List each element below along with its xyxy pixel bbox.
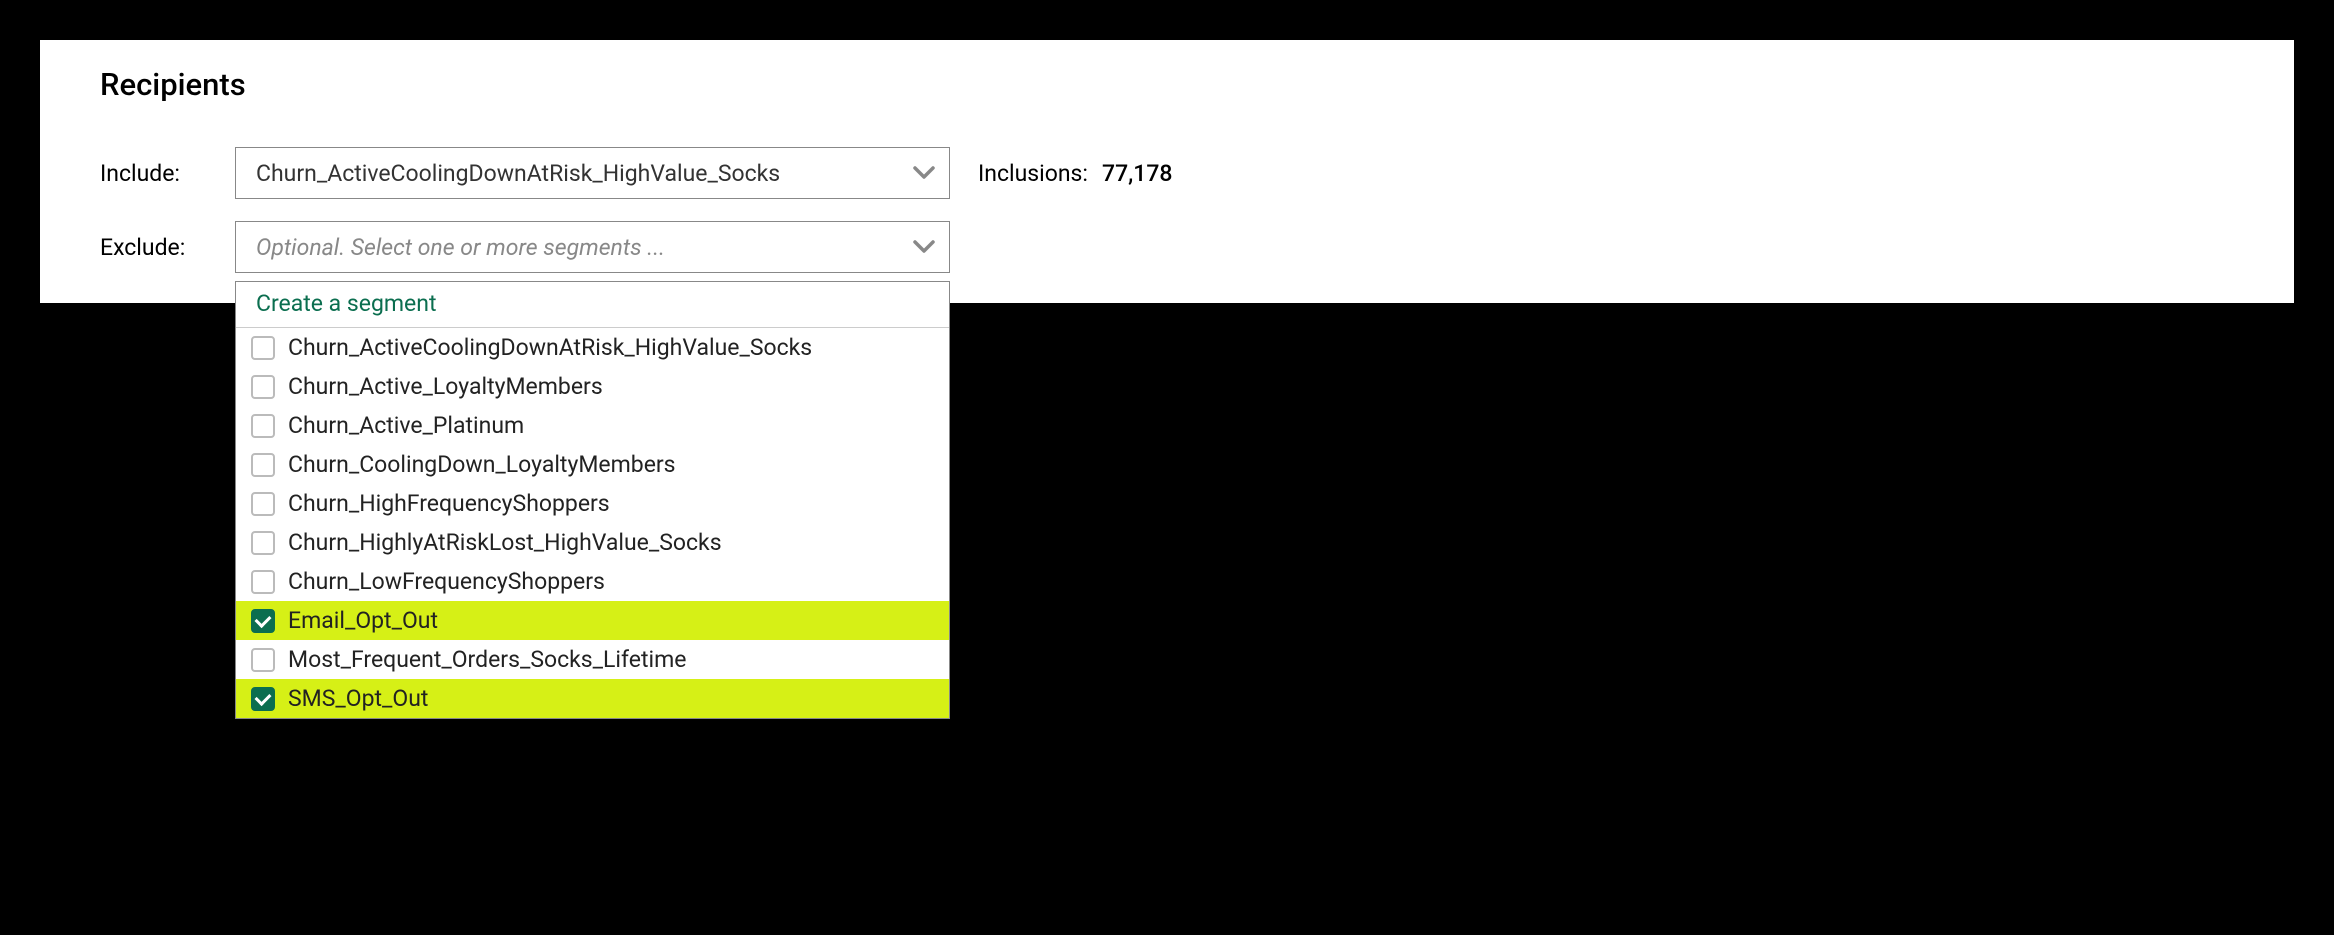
create-segment-link[interactable]: Create a segment — [236, 282, 949, 328]
exclude-dropdown-panel: Create a segment Churn_ActiveCoolingDown… — [235, 281, 950, 719]
checkbox-icon — [251, 453, 275, 477]
checkbox-icon — [251, 375, 275, 399]
exclude-row: Exclude: Optional. Select one or more se… — [100, 221, 2234, 273]
checkbox-icon — [251, 414, 275, 438]
chevron-down-icon — [913, 240, 935, 254]
segment-option-label: Churn_HighlyAtRiskLost_HighValue_Socks — [288, 529, 722, 556]
segment-option[interactable]: Churn_LowFrequencyShoppers — [236, 562, 949, 601]
segment-option[interactable]: Most_Frequent_Orders_Socks_Lifetime — [236, 640, 949, 679]
recipients-panel: Recipients Include: Churn_ActiveCoolingD… — [40, 40, 2294, 303]
inclusions-stats: Inclusions: 77,178 — [978, 160, 1173, 187]
segment-option-label: Most_Frequent_Orders_Socks_Lifetime — [288, 646, 686, 673]
segment-option-label: Churn_LowFrequencyShoppers — [288, 568, 605, 595]
segment-option[interactable]: SMS_Opt_Out — [236, 679, 949, 718]
exclude-label: Exclude: — [100, 234, 235, 261]
checkbox-icon — [251, 531, 275, 555]
segment-option-label: Churn_Active_LoyaltyMembers — [288, 373, 603, 400]
include-row: Include: Churn_ActiveCoolingDownAtRisk_H… — [100, 147, 2234, 199]
checkbox-icon — [251, 609, 275, 633]
segment-option[interactable]: Email_Opt_Out — [236, 601, 949, 640]
section-title: Recipients — [100, 66, 2234, 103]
inclusions-label: Inclusions: — [978, 160, 1088, 187]
segment-option[interactable]: Churn_HighlyAtRiskLost_HighValue_Socks — [236, 523, 949, 562]
include-select[interactable]: Churn_ActiveCoolingDownAtRisk_HighValue_… — [235, 147, 950, 199]
segment-option[interactable]: Churn_HighFrequencyShoppers — [236, 484, 949, 523]
include-select-value: Churn_ActiveCoolingDownAtRisk_HighValue_… — [256, 160, 780, 187]
segment-option-label: Churn_CoolingDown_LoyaltyMembers — [288, 451, 676, 478]
inclusions-count: 77,178 — [1102, 160, 1173, 187]
checkbox-icon — [251, 687, 275, 711]
segment-option-label: Email_Opt_Out — [288, 607, 438, 634]
segment-option[interactable]: Churn_Active_LoyaltyMembers — [236, 367, 949, 406]
checkbox-icon — [251, 492, 275, 516]
segment-option-label: Churn_Active_Platinum — [288, 412, 524, 439]
checkbox-icon — [251, 648, 275, 672]
segment-option-label: SMS_Opt_Out — [288, 685, 428, 712]
checkbox-icon — [251, 570, 275, 594]
include-label: Include: — [100, 160, 235, 187]
exclude-select[interactable]: Optional. Select one or more segments ..… — [235, 221, 950, 273]
segment-option[interactable]: Churn_ActiveCoolingDownAtRisk_HighValue_… — [236, 328, 949, 367]
segment-option-label: Churn_ActiveCoolingDownAtRisk_HighValue_… — [288, 334, 812, 361]
chevron-down-icon — [913, 166, 935, 180]
segment-option[interactable]: Churn_CoolingDown_LoyaltyMembers — [236, 445, 949, 484]
checkbox-icon — [251, 336, 275, 360]
segment-option-label: Churn_HighFrequencyShoppers — [288, 490, 610, 517]
exclude-select-placeholder: Optional. Select one or more segments ..… — [256, 234, 665, 261]
segment-option[interactable]: Churn_Active_Platinum — [236, 406, 949, 445]
